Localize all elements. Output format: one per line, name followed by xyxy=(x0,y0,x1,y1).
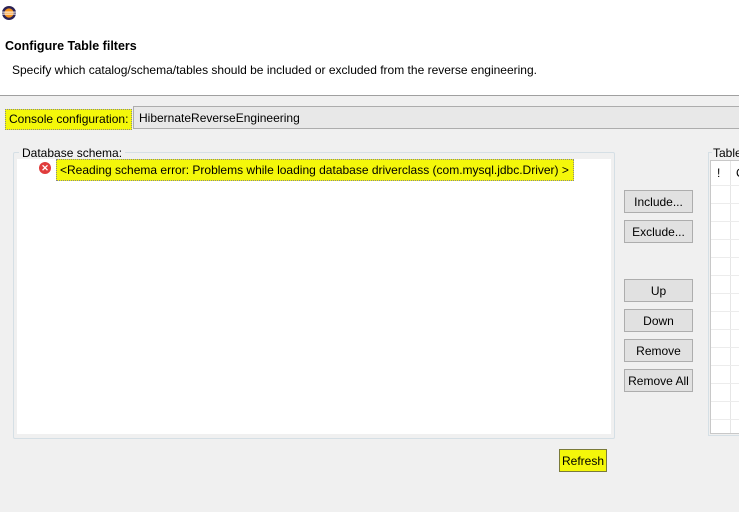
table-row xyxy=(711,347,739,348)
table-row xyxy=(711,419,739,420)
down-button[interactable]: Down xyxy=(624,309,693,332)
include-button[interactable]: Include... xyxy=(624,190,693,213)
console-configuration-select[interactable]: HibernateReverseEngineering xyxy=(133,106,739,129)
page-title: Configure Table filters xyxy=(5,39,137,53)
database-schema-tree[interactable]: ✕ <Reading schema error: Problems while … xyxy=(17,159,611,434)
table-row xyxy=(711,239,739,240)
title-bar xyxy=(0,0,739,29)
table-row xyxy=(711,311,739,312)
column-header-exclude[interactable]: ! xyxy=(717,166,720,180)
table-filters-legend: Table xyxy=(712,146,739,160)
up-button[interactable]: Up xyxy=(624,279,693,302)
remove-button[interactable]: Remove xyxy=(624,339,693,362)
database-schema-legend: Database schema: xyxy=(19,146,126,160)
eclipse-icon xyxy=(2,6,16,20)
column-separator xyxy=(730,161,731,433)
table-filters-table[interactable]: ! C xyxy=(710,160,739,434)
remove-all-button[interactable]: Remove All xyxy=(624,369,693,392)
table-row xyxy=(711,383,739,384)
table-row xyxy=(711,365,739,366)
table-row xyxy=(711,221,739,222)
exclude-button[interactable]: Exclude... xyxy=(624,220,693,243)
schema-error-item[interactable]: <Reading schema error: Problems while lo… xyxy=(56,159,574,181)
error-icon: ✕ xyxy=(39,162,51,174)
console-configuration-label: Console configuration: xyxy=(5,109,133,130)
table-row xyxy=(711,185,739,186)
page-description: Specify which catalog/schema/tables shou… xyxy=(12,63,537,77)
refresh-button[interactable]: Refresh xyxy=(559,449,607,472)
table-row xyxy=(711,257,739,258)
table-row xyxy=(711,275,739,276)
table-row xyxy=(711,401,739,402)
wizard-header: Configure Table filters Specify which ca… xyxy=(0,29,739,96)
table-row xyxy=(711,293,739,294)
table-row xyxy=(711,203,739,204)
table-row xyxy=(711,329,739,330)
